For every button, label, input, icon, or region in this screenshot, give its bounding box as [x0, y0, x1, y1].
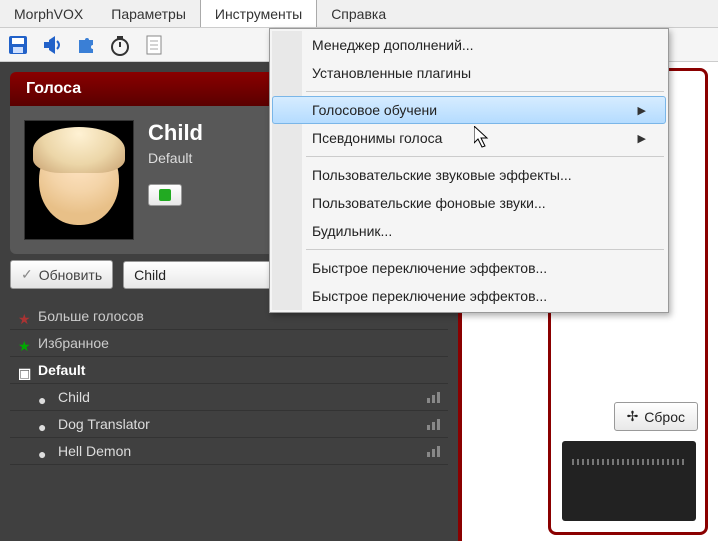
- menu-item-label: Быстрое переключение эффектов...: [312, 288, 547, 304]
- menu-parameters[interactable]: Параметры: [97, 0, 200, 27]
- list-favorites[interactable]: ★Избранное: [10, 330, 448, 357]
- list-item[interactable]: ●Hell Demon: [10, 438, 448, 465]
- menu-alarm[interactable]: Будильник...: [272, 217, 666, 245]
- timer-icon[interactable]: [108, 33, 132, 57]
- list-item[interactable]: ●Dog Translator: [10, 411, 448, 438]
- signal-icon: [427, 419, 440, 430]
- menu-separator: [306, 91, 664, 92]
- menu-item-label: Псевдонимы голоса: [312, 130, 442, 146]
- avatar: [24, 120, 134, 240]
- update-button[interactable]: ✓ Обновить: [10, 260, 113, 289]
- equalizer-widget: [562, 441, 696, 521]
- submenu-arrow-icon: ▶: [638, 132, 646, 145]
- menu-voice-training[interactable]: Голосовое обучени ▶: [272, 96, 666, 124]
- menubar: MorphVOX Параметры Инструменты Справка: [0, 0, 718, 28]
- voice-list: ★Больше голосов ★Избранное ▣Default ●Chi…: [10, 303, 448, 465]
- save-icon[interactable]: [6, 33, 30, 57]
- menu-item-label: Установленные плагины: [312, 65, 471, 81]
- list-item-label: Dog Translator: [58, 416, 150, 432]
- submenu-arrow-icon: ▶: [638, 104, 646, 117]
- list-item-label: Default: [38, 362, 85, 378]
- menu-item-label: Будильник...: [312, 223, 392, 239]
- check-icon: ✓: [21, 266, 33, 283]
- menu-quick-effect-switch-1[interactable]: Быстрое переключение эффектов...: [272, 254, 666, 282]
- menu-custom-sound-effects[interactable]: Пользовательские звуковые эффекты...: [272, 161, 666, 189]
- menu-installed-plugins[interactable]: Установленные плагины: [272, 59, 666, 87]
- update-label: Обновить: [39, 267, 102, 283]
- reset-button[interactable]: ✢ Сброс: [614, 402, 698, 431]
- list-item-label: Больше голосов: [38, 308, 144, 324]
- list-default-group[interactable]: ▣ Default: [10, 357, 448, 384]
- signal-icon: [427, 392, 440, 403]
- list-item-label: Избранное: [38, 335, 109, 351]
- signal-icon: [427, 446, 440, 457]
- menu-item-label: Голосовое обучени: [312, 102, 437, 118]
- menu-quick-effect-switch-2[interactable]: Быстрое переключение эффектов...: [272, 282, 666, 310]
- menu-morphvox[interactable]: MorphVOX: [0, 0, 97, 27]
- reset-icon: ✢: [627, 408, 639, 425]
- menu-separator: [306, 249, 664, 250]
- puzzle-icon[interactable]: [74, 33, 98, 57]
- list-item-label: Hell Demon: [58, 443, 131, 459]
- tools-dropdown: Менеджер дополнений... Установленные пла…: [269, 28, 669, 313]
- menu-custom-background-sounds[interactable]: Пользовательские фоновые звуки...: [272, 189, 666, 217]
- menu-item-label: Пользовательские звуковые эффекты...: [312, 167, 572, 183]
- menu-voice-aliases[interactable]: Псевдонимы голоса ▶: [272, 124, 666, 152]
- volume-icon[interactable]: [40, 33, 64, 57]
- menu-item-label: Быстрое переключение эффектов...: [312, 260, 547, 276]
- menu-help[interactable]: Справка: [317, 0, 400, 27]
- menu-item-label: Пользовательские фоновые звуки...: [312, 195, 546, 211]
- status-icon: [159, 189, 171, 201]
- menu-addon-manager[interactable]: Менеджер дополнений...: [272, 31, 666, 59]
- list-item[interactable]: ●Child: [10, 384, 448, 411]
- menu-item-label: Менеджер дополнений...: [312, 37, 474, 53]
- voice-action-button[interactable]: [148, 184, 182, 206]
- list-item-label: Child: [58, 389, 90, 405]
- document-icon[interactable]: [142, 33, 166, 57]
- menu-tools[interactable]: Инструменты: [200, 0, 317, 27]
- reset-label: Сброс: [644, 409, 685, 425]
- collapse-icon: ▣: [18, 365, 28, 375]
- menu-separator: [306, 156, 664, 157]
